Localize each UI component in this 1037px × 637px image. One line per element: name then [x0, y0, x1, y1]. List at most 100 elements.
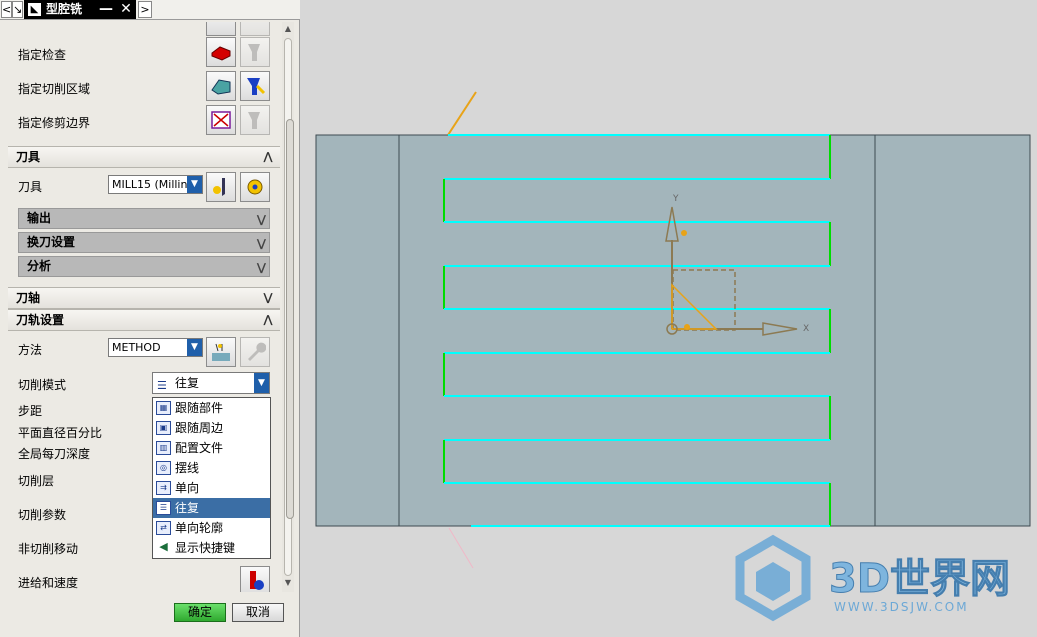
tool-label: 刀具 [18, 180, 43, 194]
viewport-canvas[interactable]: Y X 3D世界网 WWW.3DSJW.COM [301, 0, 1037, 637]
cut-pattern-label: 切削模式 [18, 378, 67, 392]
watermark: 3D世界网 WWW.3DSJW.COM [735, 534, 1011, 622]
dropdown-item-label: 单向 [175, 481, 200, 495]
specify-trim-button[interactable] [206, 105, 236, 135]
follow-periphery-icon: ▣ [156, 421, 171, 435]
tool-new-icon [247, 179, 263, 195]
mill-icon: ◣ [28, 3, 41, 16]
scroll-down-arrow-icon[interactable]: ▼ [283, 578, 293, 590]
specify-part-button[interactable] [206, 22, 236, 36]
scrollbar-thumb[interactable] [286, 119, 294, 519]
dropdown-item-trochoidal[interactable]: ◎ 摆线 [153, 458, 270, 478]
next-dialog-button[interactable]: > [138, 1, 152, 18]
check-label: 指定检查 [18, 48, 67, 62]
cut-area-label: 指定切削区域 [18, 82, 91, 96]
dialog-scrollbar[interactable]: ▲ ▼ [282, 22, 294, 592]
dropdown-item-label: 配置文件 [175, 441, 224, 455]
chevron-down-icon[interactable]: ⋁ [260, 291, 276, 305]
display-cut-area-button[interactable] [240, 71, 270, 101]
chevron-up-icon[interactable]: ⋀ [260, 150, 276, 164]
zigzag-icon: ☰ [156, 501, 171, 515]
arrow-left-icon: ◀ [159, 540, 168, 553]
flashlight-icon [248, 112, 260, 129]
x-axis-label: X [803, 324, 809, 334]
follow-part-icon: ▦ [156, 401, 171, 415]
path-settings-section-header[interactable]: 刀轨设置 ⋀ [8, 309, 280, 331]
tool-change-subsection[interactable]: 换刀设置 ⋁ [18, 232, 270, 253]
pin-icon[interactable]: ↘ [12, 1, 23, 18]
chevron-down-icon[interactable]: ▼ [187, 339, 202, 356]
dialog-title: ◣ 型腔铣 [24, 0, 96, 19]
dropdown-item-label: 摆线 [175, 461, 200, 475]
tool-change-title: 换刀设置 [27, 235, 76, 249]
dropdown-item-follow-periphery[interactable]: ▣ 跟随周边 [153, 418, 270, 438]
feeds-speeds-button[interactable] [240, 566, 270, 592]
dropdown-item-show-shortcuts[interactable]: ◀ 显示快捷键 [153, 538, 270, 558]
wrench-icon [248, 342, 266, 361]
feeds-speeds-icon [250, 571, 264, 590]
watermark-title: 3D世界网 [829, 556, 1010, 602]
flashlight-icon [247, 78, 266, 95]
check-geometry-icon [211, 46, 231, 61]
dropdown-item-label: 显示快捷键 [175, 541, 236, 555]
dropdown-item-follow-part[interactable]: ▦ 跟随部件 [153, 398, 270, 418]
specify-cut-area-button[interactable] [206, 71, 236, 101]
method-icon [212, 343, 230, 361]
zigzag-icon: ☰ [157, 379, 167, 392]
dropdown-item-label: 往复 [175, 501, 200, 515]
minimize-button[interactable]: — [96, 0, 116, 19]
analysis-subsection[interactable]: 分析 ⋁ [18, 256, 270, 277]
chevron-down-icon[interactable]: ▼ [254, 373, 269, 393]
output-title: 输出 [27, 211, 52, 225]
tool-section-header[interactable]: 刀具 ⋀ [8, 146, 280, 168]
cut-pattern-select[interactable]: ☰ 往复 ▼ [152, 372, 270, 394]
cut-pattern-dropdown[interactable]: ▦ 跟随部件 ▣ 跟随周边 ▥ 配置文件 ◎ 摆线 ⇉ 单向 ☰ 往复 ⇄ 单向轮廓 ◀ 显示快… [152, 397, 271, 559]
edit-method-button[interactable] [206, 337, 236, 367]
flat-diameter-label: 平面直径百分比 [18, 426, 103, 440]
dropdown-item-zigzag[interactable]: ☰ 往复 [153, 498, 270, 518]
display-part-button[interactable] [240, 22, 270, 36]
edit-tool-button[interactable] [206, 172, 236, 202]
specify-check-button[interactable] [206, 37, 236, 67]
y-axis-label: Y [672, 194, 679, 204]
method-settings-button[interactable] [240, 337, 270, 367]
prev-dialog-button[interactable]: < [1, 1, 12, 18]
tool-axis-title: 刀轴 [16, 291, 41, 305]
global-depth-label: 全局每刀深度 [18, 447, 91, 461]
graphics-viewport[interactable]: Y X 3D世界网 WWW.3DSJW.COM [301, 0, 1037, 637]
path-settings-title: 刀轨设置 [16, 313, 65, 327]
chevron-up-icon[interactable]: ⋀ [260, 313, 276, 327]
method-label: 方法 [18, 343, 43, 357]
y-handle [681, 230, 687, 236]
chevron-down-icon[interactable]: ⋁ [257, 258, 266, 277]
scroll-up-arrow-icon[interactable]: ▲ [283, 24, 293, 36]
new-tool-button[interactable] [240, 172, 270, 202]
close-button[interactable]: ✕ [116, 0, 136, 19]
output-subsection[interactable]: 输出 ⋁ [18, 208, 270, 229]
method-select[interactable]: METHOD ▼ [108, 338, 203, 357]
dialog-titlebar: < ↘ ◣ 型腔铣 — ✕ > [0, 0, 300, 20]
chevron-down-icon[interactable]: ▼ [187, 176, 202, 193]
stepover-label: 步距 [18, 404, 43, 418]
chevron-down-icon[interactable]: ⋁ [257, 234, 266, 253]
ok-button[interactable]: 确定 [174, 603, 226, 622]
chevron-down-icon[interactable]: ⋁ [257, 210, 266, 229]
analysis-title: 分析 [27, 259, 52, 273]
tool-select[interactable]: MILL15 (Milling ▼ [108, 175, 203, 194]
dropdown-item-label: 跟随周边 [175, 421, 224, 435]
display-trim-button[interactable] [240, 105, 270, 135]
engage-move [447, 91, 477, 136]
tool-axis-section-header[interactable]: 刀轴 ⋁ [8, 287, 280, 309]
cut-params-label: 切削参数 [18, 508, 67, 522]
scrollbar-track[interactable] [284, 38, 294, 576]
profile-icon: ▥ [156, 441, 171, 455]
dropdown-item-zig-with-contour[interactable]: ⇄ 单向轮廓 [153, 518, 270, 538]
cut-pattern-value: 往复 [175, 376, 200, 390]
dialog-title-text: 型腔铣 [46, 2, 83, 16]
dropdown-item-label: 单向轮廓 [175, 521, 224, 535]
display-check-button[interactable] [240, 37, 270, 67]
dropdown-item-zig[interactable]: ⇉ 单向 [153, 478, 270, 498]
trochoidal-icon: ◎ [156, 461, 171, 475]
dropdown-item-profile[interactable]: ▥ 配置文件 [153, 438, 270, 458]
cancel-button[interactable]: 取消 [232, 603, 284, 622]
